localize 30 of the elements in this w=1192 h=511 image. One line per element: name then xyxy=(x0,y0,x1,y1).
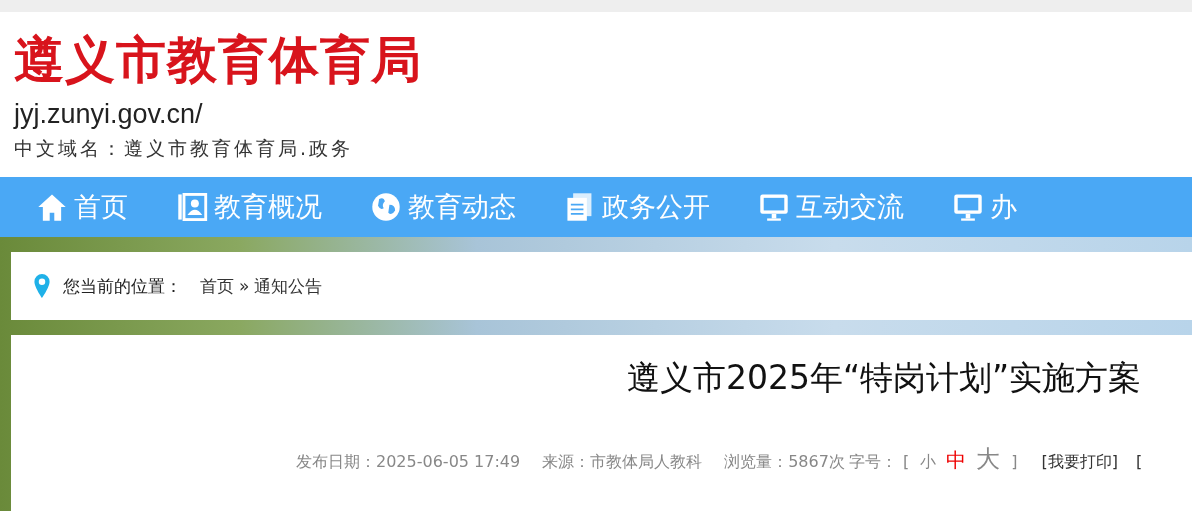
monitor-icon xyxy=(758,191,790,223)
nav-link[interactable]: 教育概况 xyxy=(176,189,322,225)
nav-link[interactable]: 政务公开 xyxy=(564,189,710,225)
breadcrumb-label: 您当前的位置： xyxy=(63,274,182,298)
nav-link[interactable]: 教育动态 xyxy=(370,189,516,225)
source-text: 来源：市教体局人教科 xyxy=(542,452,703,473)
domain-text: jyj.zunyi.gov.cn/ xyxy=(14,98,204,130)
contact-card-icon xyxy=(176,191,208,223)
breadcrumb-link[interactable]: 首页 xyxy=(200,274,234,298)
font-size-label: 字号： xyxy=(848,452,897,473)
globe-icon xyxy=(370,191,402,223)
view-count: 浏览量：5867次 xyxy=(724,452,845,473)
bracket: ] xyxy=(1011,452,1018,471)
font-size-option[interactable]: 小 xyxy=(920,452,937,473)
nav-link[interactable]: 办 xyxy=(952,189,1017,225)
monitor-icon xyxy=(952,191,984,223)
chinese-domain-text: 中文域名：遵义市教育体育局.政务 xyxy=(14,136,355,161)
article-title: 遵义市2025年“特岗计划”实施方案 xyxy=(626,357,1143,399)
nav-link[interactable]: 首页 xyxy=(36,189,128,225)
meta-link[interactable]: [ xyxy=(1135,452,1143,471)
font-size-option[interactable]: 大 xyxy=(976,443,1001,475)
breadcrumb-separator: » xyxy=(239,276,250,296)
breadcrumb-link[interactable]: 通知公告 xyxy=(254,274,323,298)
publish-date: 发布日期：2025-06-05 17:49 xyxy=(296,452,521,473)
font-size-option[interactable]: 中 xyxy=(946,447,967,474)
location-pin-icon xyxy=(33,273,51,299)
nav-link[interactable]: 互动交流 xyxy=(758,189,904,225)
site-logo-text[interactable]: 遵义市教育体育局 xyxy=(14,30,1192,90)
bracket: [ xyxy=(902,452,910,471)
meta-link[interactable]: [我要打印] xyxy=(1041,452,1118,473)
